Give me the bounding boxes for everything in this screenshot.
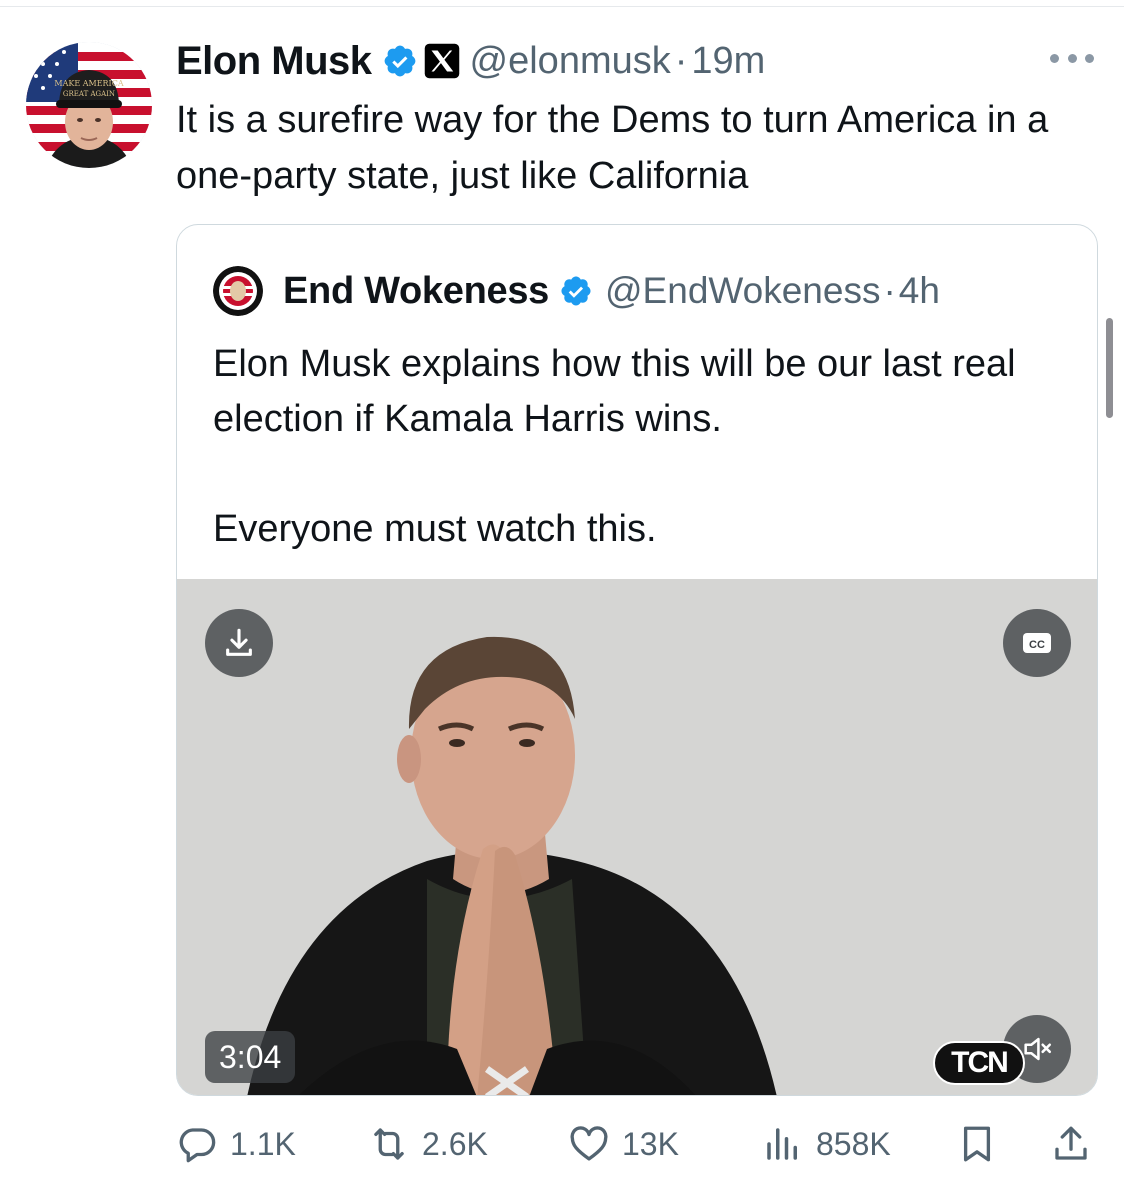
quoted-tweet-time[interactable]: 4h: [899, 270, 940, 312]
video-duration: 3:04: [205, 1031, 296, 1083]
like-count: 13K: [622, 1125, 679, 1162]
repost-icon: [374, 1128, 404, 1160]
reply-icon: [179, 1128, 216, 1163]
quoted-author-handle[interactable]: @EndWokeness: [605, 270, 880, 312]
video-player[interactable]: CC 3:04 TCN: [177, 579, 1097, 1095]
svg-text:MAKE AMERICA: MAKE AMERICA: [54, 79, 123, 88]
separator-dot: ·: [674, 39, 688, 82]
svg-text:GREAT AGAIN: GREAT AGAIN: [63, 90, 115, 98]
repost-button[interactable]: 2.6K: [368, 1116, 488, 1172]
views-count: 858K: [816, 1125, 891, 1162]
verified-badge-icon[interactable]: [559, 274, 593, 308]
tweet-text: It is a surefire way for the Dems to tur…: [176, 99, 1049, 197]
separator-dot: ·: [883, 270, 896, 311]
top-divider: [0, 6, 1124, 7]
quoted-tweet[interactable]: End Wokeness @EndWokeness · 4h Elon Musk…: [176, 224, 1098, 1096]
mute-icon: [1024, 1037, 1052, 1061]
tweet-header: Elon Musk @elonmusk · 19m: [176, 36, 765, 86]
author-handle[interactable]: @elonmusk: [470, 40, 671, 83]
quoted-paragraph: Elon Musk explains how this will be our …: [213, 343, 1016, 440]
reply-count: 1.1K: [230, 1125, 296, 1162]
more-options-icon[interactable]: [1050, 48, 1094, 68]
svg-text:CC: CC: [1029, 639, 1045, 651]
bookmark-button[interactable]: [956, 1116, 998, 1172]
download-icon: [226, 628, 252, 656]
quoted-tweet-text: Elon Musk explains how this will be our …: [213, 337, 1073, 557]
action-bar: 1.1K 2.6K 13K 858K: [176, 1116, 1096, 1172]
author-name[interactable]: Elon Musk: [176, 39, 372, 84]
views-button[interactable]: 858K: [762, 1116, 891, 1172]
download-button[interactable]: [205, 609, 273, 677]
share-icon: [1055, 1126, 1087, 1160]
quoted-paragraph: Everyone must watch this.: [213, 508, 657, 550]
scrollbar[interactable]: [1106, 318, 1113, 418]
video-frame: [177, 579, 1097, 1095]
views-icon: [767, 1128, 797, 1160]
repost-count: 2.6K: [422, 1125, 488, 1162]
quoted-author-name[interactable]: End Wokeness: [283, 270, 549, 313]
bookmark-icon: [963, 1126, 991, 1162]
closed-captions-button[interactable]: CC: [1003, 609, 1071, 677]
x-logo-icon[interactable]: [424, 43, 460, 79]
tcn-watermark: TCN: [933, 1041, 1025, 1085]
share-button[interactable]: [1050, 1116, 1092, 1172]
like-button[interactable]: 13K: [568, 1116, 679, 1172]
verified-badge-icon[interactable]: [382, 43, 418, 79]
closed-captions-icon: CC: [1023, 633, 1051, 653]
tweet-time[interactable]: 19m: [691, 40, 765, 83]
author-avatar[interactable]: MAKE AMERICA GREAT AGAIN: [26, 42, 152, 168]
heart-icon: [570, 1126, 608, 1161]
quoted-tweet-header: End Wokeness @EndWokeness · 4h: [213, 266, 940, 316]
reply-button[interactable]: 1.1K: [176, 1116, 296, 1172]
quoted-author-avatar[interactable]: [213, 266, 263, 316]
